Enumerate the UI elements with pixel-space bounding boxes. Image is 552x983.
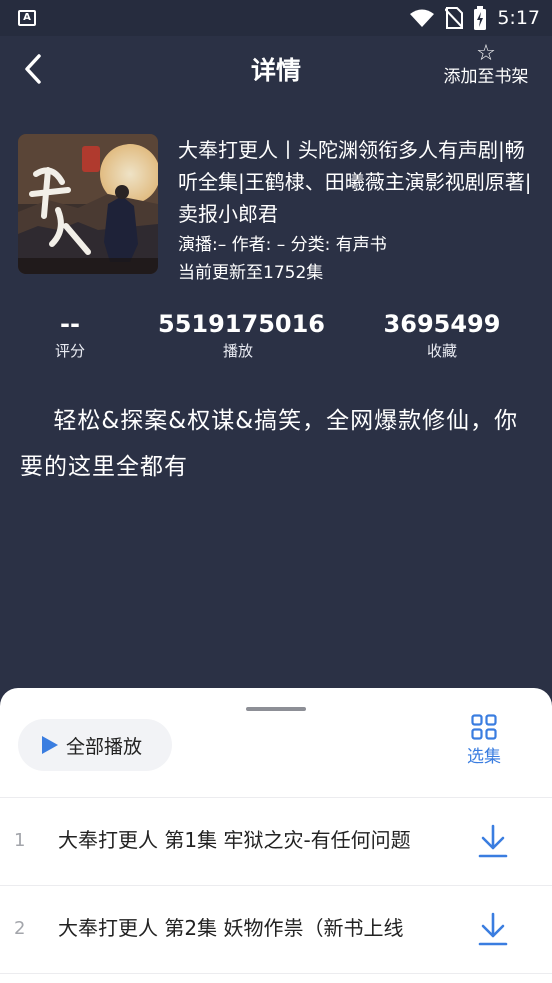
stat-rating: -- 评分 (34, 308, 106, 362)
stat-label: 播放 (222, 342, 253, 360)
chevron-left-icon (25, 54, 41, 84)
stat-label: 评分 (54, 342, 85, 360)
book-meta: 演播:– 作者: – 分类: 有声书 (178, 235, 387, 255)
episode-number: 1 (14, 830, 26, 851)
book-cover-image[interactable] (18, 134, 158, 274)
select-episodes-label: 选集 (467, 747, 501, 767)
app-notification-icon: A (18, 10, 36, 26)
episode-title: 大奉打更人 第2集 妖物作祟（新书上线 (58, 916, 404, 940)
status-bar: A 5:17 (0, 0, 552, 36)
status-time: 5:17 (497, 7, 540, 29)
select-episodes-button[interactable]: 选集 (454, 714, 514, 768)
episode-sheet: 全部播放 选集 1 大奉打更人 第1集 牢狱之灾-有任何问题 2 大奉打更人 第… (0, 688, 552, 983)
stat-label: 收藏 (426, 342, 457, 360)
stat-plays: 5519175016 播放 (158, 308, 325, 362)
download-icon[interactable] (476, 822, 510, 860)
sheet-handle[interactable] (246, 707, 306, 711)
add-to-shelf-button[interactable]: ☆ 添加至书架 (438, 42, 534, 88)
play-all-button[interactable]: 全部播放 (18, 719, 172, 771)
stat-value: 3695499 (383, 310, 501, 338)
divider (0, 973, 552, 974)
episode-row[interactable]: 2 大奉打更人 第2集 妖物作祟（新书上线 (0, 886, 552, 972)
stat-favorites: 3695499 收藏 (372, 308, 512, 362)
play-all-label: 全部播放 (66, 735, 143, 758)
star-outline-icon: ☆ (476, 41, 496, 66)
download-icon[interactable] (476, 910, 510, 948)
cover-art (18, 134, 158, 274)
book-title: 大奉打更人丨头陀渊领衔多人有声剧|畅听全集|王鹤棣、田曦薇主演影视剧原著|卖报小… (178, 138, 532, 226)
back-button[interactable] (16, 50, 50, 88)
book-description: 轻松&探案&权谋&搞笑，全网爆款修仙，你要的这里全都有 (20, 408, 519, 480)
wifi-icon (410, 9, 435, 27)
battery-charging-icon (474, 6, 487, 30)
episode-row[interactable]: 1 大奉打更人 第1集 牢狱之灾-有任何问题 (0, 798, 552, 884)
status-icons: 5:17 (409, 6, 540, 30)
stat-value: 5519175016 (158, 310, 325, 338)
episode-title: 大奉打更人 第1集 牢狱之灾-有任何问题 (58, 828, 411, 852)
top-bar: 详情 ☆ 添加至书架 (0, 36, 552, 104)
play-icon (42, 736, 58, 754)
add-to-shelf-label: 添加至书架 (443, 67, 529, 87)
grid-icon (471, 714, 497, 740)
stat-value: -- (60, 310, 80, 338)
update-status: 当前更新至1752集 (178, 263, 324, 283)
no-sim-icon (445, 7, 464, 29)
episode-number: 2 (14, 918, 26, 939)
